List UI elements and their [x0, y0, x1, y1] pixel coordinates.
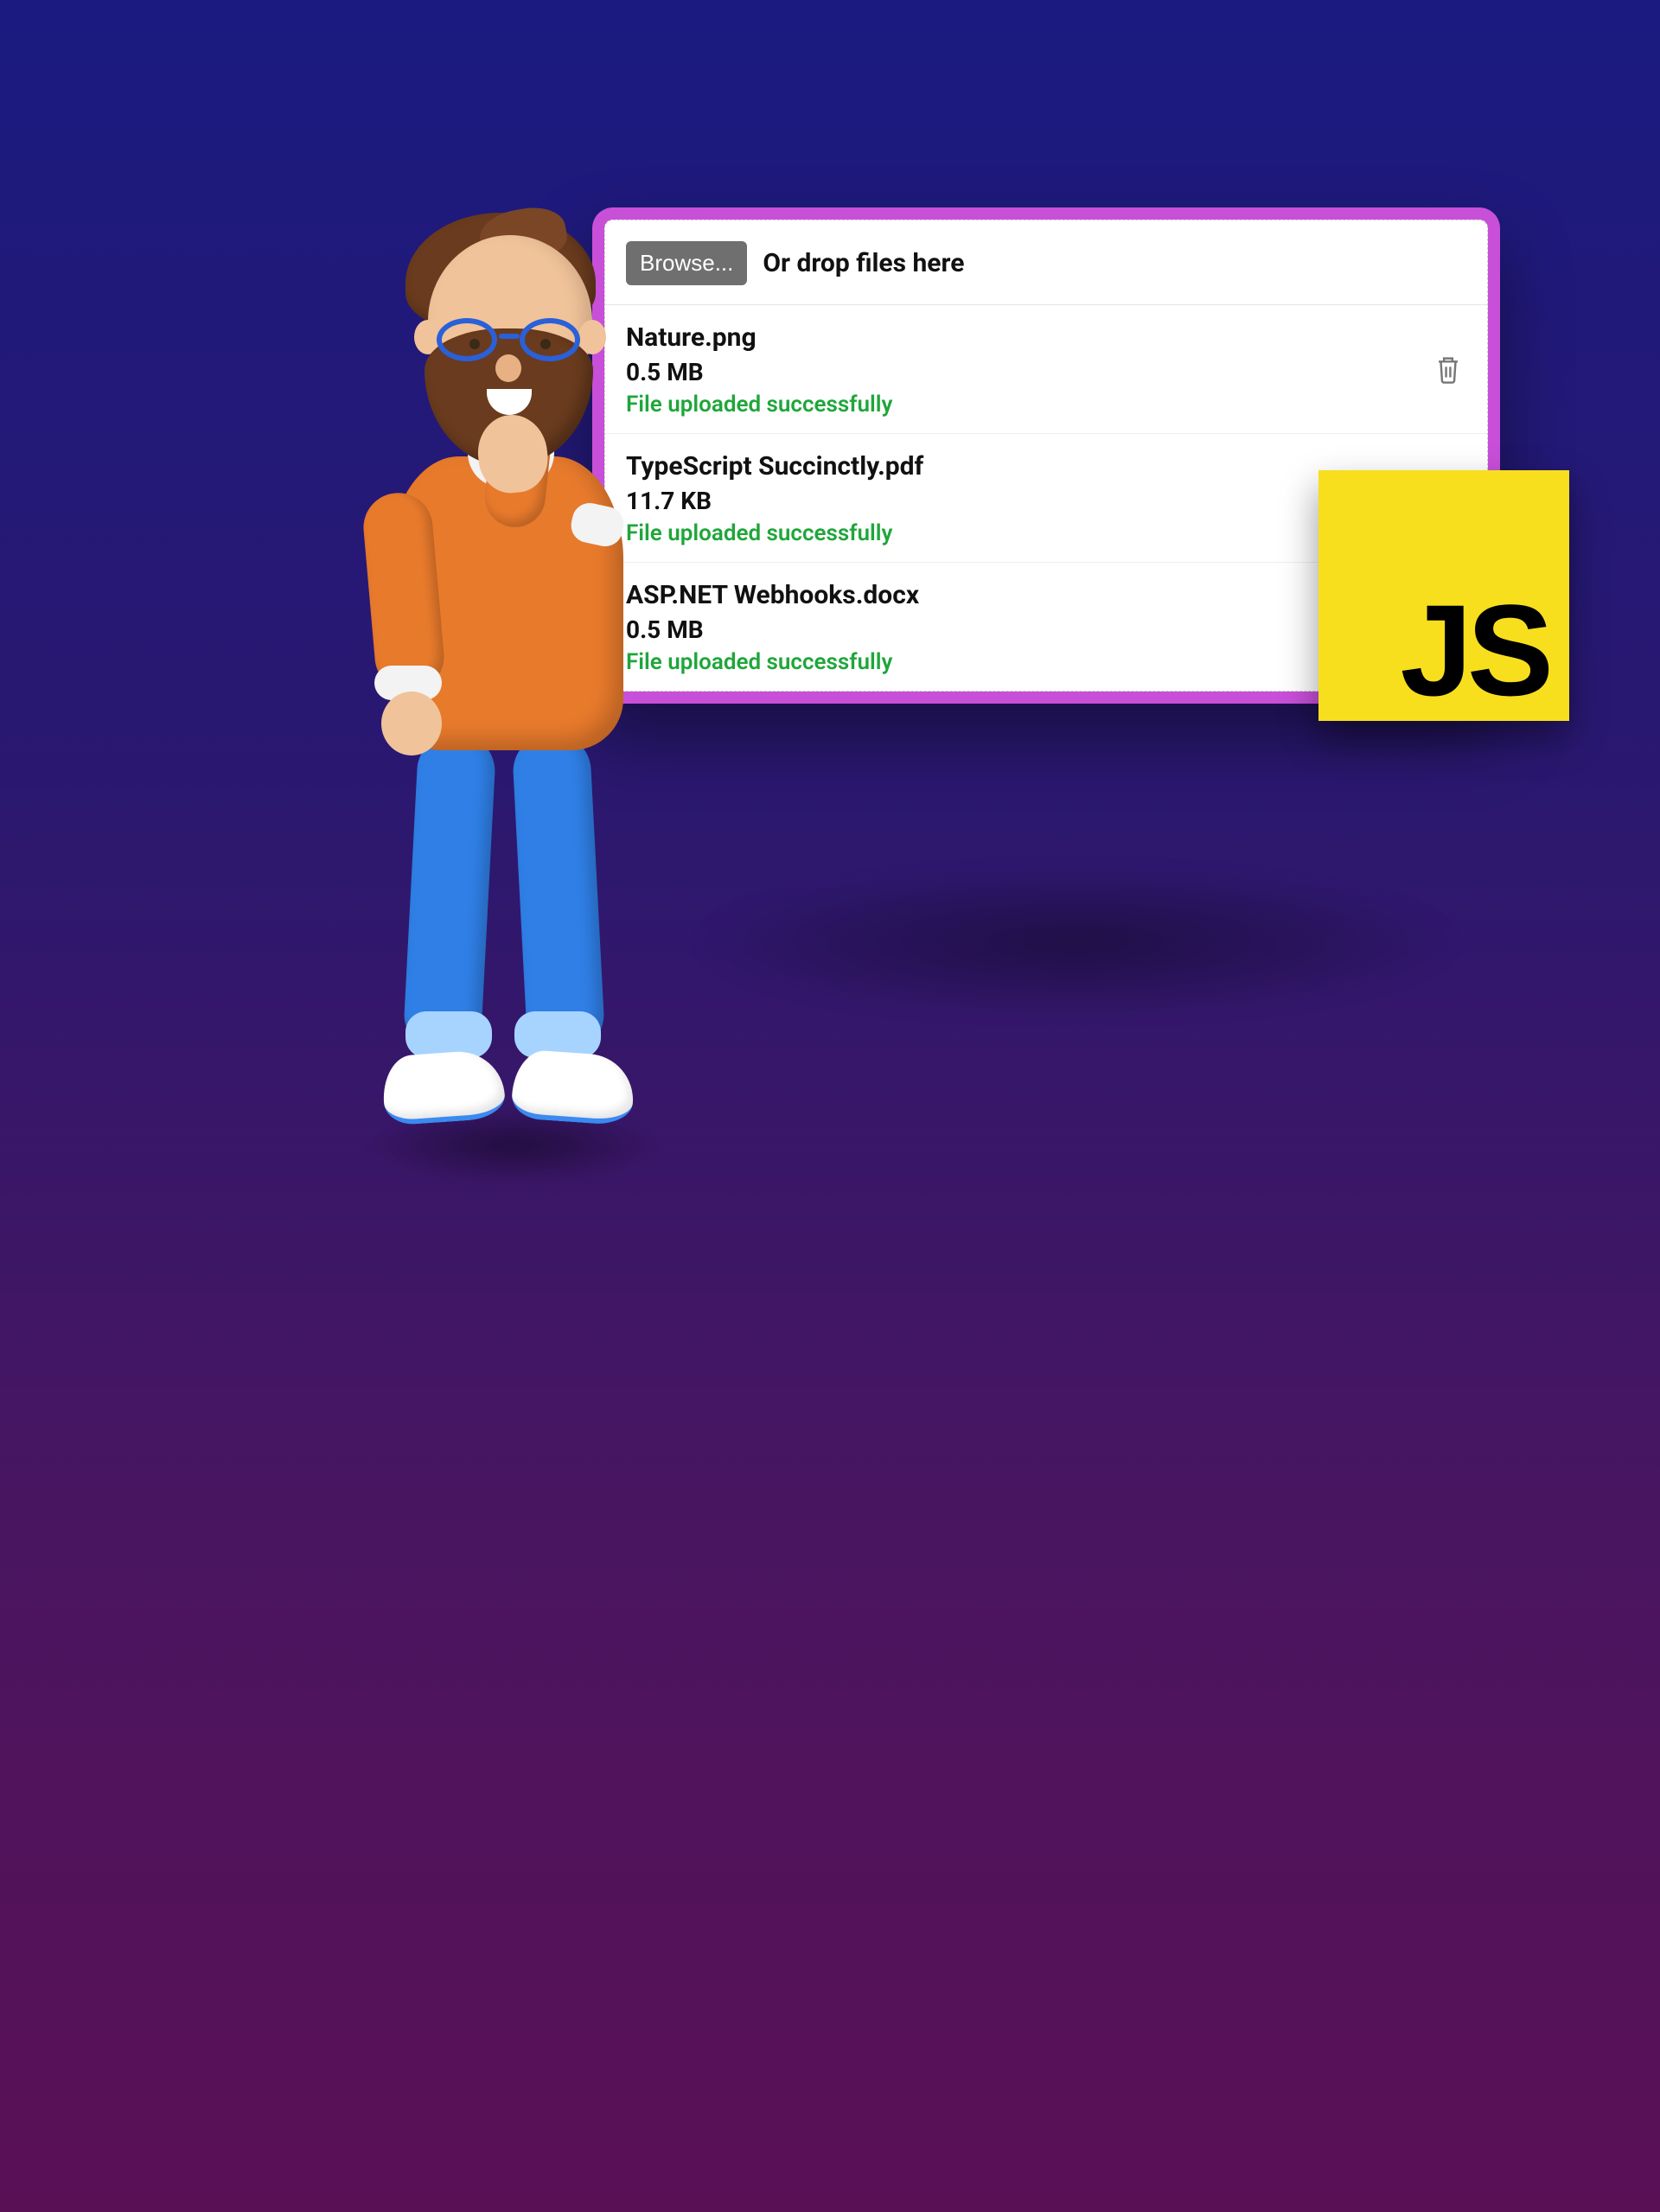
- hero-stage: Browse... Or drop files here Nature.png …: [376, 207, 1284, 847]
- file-size: 0.5 MB: [626, 358, 1430, 386]
- file-name: TypeScript Succinctly.pdf: [626, 451, 1430, 481]
- file-status: File uploaded successfully: [626, 520, 1430, 546]
- file-info: Nature.png 0.5 MB File uploaded successf…: [626, 322, 1430, 418]
- file-size: 11.7 KB: [626, 487, 1430, 515]
- js-badge: JS: [1318, 470, 1569, 721]
- drop-files-label: Or drop files here: [763, 248, 964, 278]
- js-badge-label: JS: [1401, 592, 1548, 709]
- file-status: File uploaded successfully: [626, 649, 1430, 675]
- file-name: ASP.NET Webhooks.docx: [626, 580, 1430, 610]
- delete-file-button[interactable]: [1430, 350, 1466, 390]
- file-size: 0.5 MB: [626, 615, 1430, 644]
- panel-shadow: [687, 864, 1465, 1020]
- browse-button[interactable]: Browse...: [626, 241, 747, 285]
- file-info: TypeScript Succinctly.pdf 11.7 KB File u…: [626, 451, 1430, 546]
- file-name: Nature.png: [626, 322, 1430, 353]
- file-info: ASP.NET Webhooks.docx 0.5 MB File upload…: [626, 580, 1430, 675]
- character-illustration: [376, 225, 644, 1150]
- file-item: Nature.png 0.5 MB File uploaded successf…: [605, 305, 1487, 434]
- file-status: File uploaded successfully: [626, 392, 1430, 418]
- trash-icon: [1435, 355, 1461, 385]
- upload-panel-header: Browse... Or drop files here: [605, 220, 1487, 305]
